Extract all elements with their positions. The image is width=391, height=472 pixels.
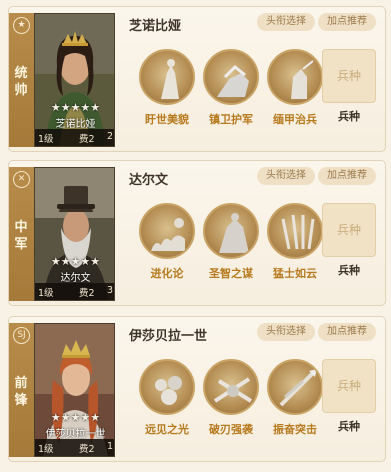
- skill-name: 振奋突击: [273, 423, 317, 436]
- star-rating: ★★★★★: [50, 101, 101, 114]
- extra-count: 3: [106, 285, 113, 296]
- hero-name: 芝诺比娅: [129, 19, 182, 34]
- skill-icon[interactable]: [203, 49, 259, 105]
- skill-name: 镇卫护军: [209, 113, 253, 126]
- hero-name: 达尔文: [129, 173, 169, 188]
- avatar-select-button[interactable]: 头衔选择: [257, 13, 315, 31]
- card-info-bar: 1级 费2 2: [35, 129, 114, 146]
- position-strip: SJ 前锋: [9, 323, 34, 457]
- skill-name: 破刃强袭: [209, 423, 253, 436]
- level-label: 1级: [38, 288, 54, 299]
- hero-panel: ★ 统帅 ★★★★★ 芝诺比娅 1级 费2 2 芝诺比娅 头衔选择 加点推荐 盱…: [8, 6, 386, 152]
- skill-icon[interactable]: [203, 359, 259, 415]
- troop-slot-button[interactable]: 兵种: [322, 49, 376, 103]
- hero-panel: SJ 前锋 ★★★★★ 伊莎贝拉一世 1级 费2 1 伊莎贝拉一世 头衔选择 加…: [8, 316, 386, 462]
- troop-slot-button[interactable]: 兵种: [322, 203, 376, 257]
- position-badge-icon: ★: [13, 17, 30, 34]
- skill-icon[interactable]: [139, 359, 195, 415]
- skill-name: 远见之光: [145, 423, 189, 436]
- skill-icon[interactable]: [267, 203, 323, 259]
- skill-icon[interactable]: [139, 203, 195, 259]
- position-badge-icon: SJ: [13, 327, 30, 344]
- star-rating: ★★★★★: [50, 411, 101, 424]
- position-badge-icon: ✕: [13, 171, 30, 188]
- cost-label: 费2: [79, 134, 95, 145]
- cost-label: 费2: [79, 444, 95, 455]
- hero-panel: ✕ 中军 ★★★★★ 达尔文 1级 费2 3 达尔文 头衔选择 加点推荐 进化论…: [8, 160, 386, 306]
- position-label: 统帅: [14, 66, 29, 98]
- hero-card[interactable]: ★★★★★ 芝诺比娅 1级 费2 2: [34, 13, 115, 147]
- extra-count: 2: [106, 131, 113, 142]
- card-info-bar: 1级 费2 3: [35, 283, 114, 300]
- card-info-bar: 1级 费2 1: [35, 439, 114, 456]
- skill-name: 盱世美貌: [145, 113, 189, 126]
- troop-label: 兵种: [338, 110, 360, 123]
- position-strip: ✕ 中军: [9, 167, 34, 301]
- skill-icon[interactable]: [267, 49, 323, 105]
- level-label: 1级: [38, 444, 54, 455]
- troop-label: 兵种: [338, 264, 360, 277]
- position-strip: ★ 统帅: [9, 13, 34, 147]
- extra-count: 1: [106, 441, 113, 452]
- cost-label: 费2: [79, 288, 95, 299]
- position-label: 前锋: [14, 376, 29, 408]
- skill-name: 猛士如云: [273, 267, 317, 280]
- card-hero-name: 芝诺比娅: [55, 119, 96, 130]
- hero-name: 伊莎贝拉一世: [129, 329, 208, 344]
- points-recommend-button[interactable]: 加点推荐: [318, 13, 376, 31]
- card-hero-name: 达尔文: [60, 273, 91, 284]
- level-label: 1级: [38, 134, 54, 145]
- hero-card[interactable]: ★★★★★ 达尔文 1级 费2 3: [34, 167, 115, 301]
- troop-label: 兵种: [338, 420, 360, 433]
- hero-card[interactable]: ★★★★★ 伊莎贝拉一世 1级 费2 1: [34, 323, 115, 457]
- skill-icon[interactable]: [139, 49, 195, 105]
- skill-name: 进化论: [150, 267, 184, 280]
- avatar-select-button[interactable]: 头衔选择: [257, 167, 315, 185]
- troop-slot-button[interactable]: 兵种: [322, 359, 376, 413]
- points-recommend-button[interactable]: 加点推荐: [318, 323, 376, 341]
- card-hero-name: 伊莎贝拉一世: [45, 429, 106, 440]
- position-label: 中军: [14, 220, 29, 252]
- star-rating: ★★★★★: [50, 255, 101, 268]
- points-recommend-button[interactable]: 加点推荐: [318, 167, 376, 185]
- skill-icon[interactable]: [267, 359, 323, 415]
- skill-name: 圣智之谋: [209, 267, 253, 280]
- skill-icon[interactable]: [203, 203, 259, 259]
- skill-name: 缅甲治兵: [273, 113, 317, 126]
- avatar-select-button[interactable]: 头衔选择: [257, 323, 315, 341]
